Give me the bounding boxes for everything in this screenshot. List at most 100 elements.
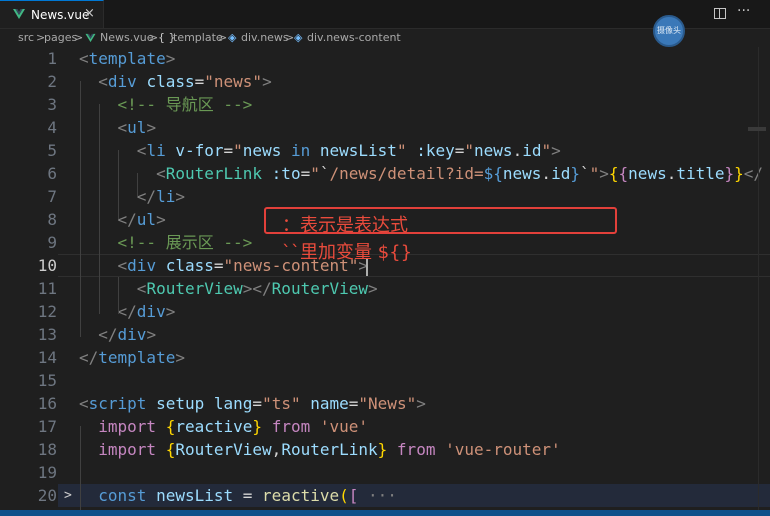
- code-token: 'vue-router': [445, 440, 561, 459]
- code-token: >: [416, 394, 426, 413]
- line-number: 1: [47, 49, 57, 68]
- breadcrumb-item[interactable]: pages: [44, 31, 77, 44]
- code-token: ···: [368, 486, 397, 505]
- code-token: >: [551, 141, 561, 160]
- code-line[interactable]: 5 <li v-for="news in newsList" :key="new…: [0, 139, 770, 162]
- code-token: RouterLink: [165, 164, 263, 183]
- code-token: ></: [242, 279, 272, 298]
- code-editor[interactable]: 1 <template> 2 <div class="news"> 3 <!-- 导航…: [0, 47, 770, 516]
- code-line[interactable]: 18 import {RouterView,RouterLink} from '…: [0, 438, 770, 461]
- code-token: setup: [156, 394, 205, 413]
- code-line[interactable]: 12 </div>: [0, 300, 770, 323]
- indent-guide: [137, 173, 138, 196]
- code-line[interactable]: 17 import {reactive} from 'vue': [0, 415, 770, 438]
- breadcrumb-item[interactable]: News.vue: [100, 31, 153, 44]
- code-token: =: [300, 164, 311, 183]
- code-token: import: [98, 440, 157, 459]
- code-token: from: [271, 417, 311, 436]
- code-line[interactable]: 1 <template>: [0, 47, 770, 70]
- code-line[interactable]: 11 <RouterView></RouterView>: [0, 277, 770, 300]
- vue-icon: [85, 33, 96, 43]
- close-icon[interactable]: ×: [84, 6, 95, 21]
- code-token: >: [368, 279, 378, 298]
- split-editor-icon[interactable]: [714, 8, 726, 19]
- indent-guide: [80, 426, 81, 516]
- code-token: news: [242, 141, 282, 160]
- code-line[interactable]: 3 <!-- 导航区 -->: [0, 93, 770, 116]
- code-line[interactable]: 13 </div>: [0, 323, 770, 346]
- breadcrumb-item[interactable]: src: [18, 31, 34, 44]
- code-token: reactive: [175, 417, 253, 436]
- code-text: import {RouterView,RouterLink} from 'vue…: [79, 438, 561, 461]
- code-line[interactable]: 6 <RouterLink :to="`/news/detail?id=${ne…: [0, 162, 770, 185]
- code-line[interactable]: 16 <script setup lang="ts" name="News">: [0, 392, 770, 415]
- code-token: }: [724, 164, 735, 183]
- indent-guide: [80, 81, 81, 337]
- more-actions-icon[interactable]: ···: [737, 3, 750, 19]
- code-token: "News": [358, 394, 417, 413]
- breadcrumb-item[interactable]: div.news: [241, 31, 289, 44]
- code-token: `: [319, 164, 330, 183]
- code-token: <: [79, 394, 89, 413]
- code-line[interactable]: 15: [0, 369, 770, 392]
- code-token: from: [396, 440, 436, 459]
- code-token: div: [136, 302, 166, 321]
- code-token: /news/detail?id=: [329, 164, 484, 183]
- code-token: ul: [136, 210, 157, 229]
- line-number: 20: [37, 486, 57, 505]
- breadcrumb-item[interactable]: template: [173, 31, 223, 44]
- code-token: newsList: [319, 141, 397, 160]
- code-token: <: [136, 279, 147, 298]
- code-text: <!-- 导航区 -->: [79, 93, 253, 116]
- code-line[interactable]: 19: [0, 461, 770, 484]
- code-token: ": [310, 164, 320, 183]
- code-line[interactable]: 2 <div class="news">: [0, 70, 770, 93]
- code-text: <script setup lang="ts" name="News">: [79, 392, 426, 415]
- code-text: </ul>: [79, 208, 166, 231]
- code-token: >: [146, 118, 157, 137]
- code-token: :key: [416, 141, 455, 160]
- breadcrumb-item[interactable]: div.news-content: [307, 31, 401, 44]
- code-token: v-for: [175, 141, 224, 160]
- code-token: }: [377, 440, 388, 459]
- line-number: 9: [47, 233, 57, 252]
- fold-chevron-icon[interactable]: >: [64, 484, 72, 507]
- line-number: 12: [37, 302, 57, 321]
- annotation-line-2: ``里加变量 ${}: [282, 242, 413, 263]
- code-text: <template>: [79, 47, 175, 70]
- scrollbar-marker[interactable]: [748, 127, 766, 131]
- code-line[interactable]: 4 <ul>: [0, 116, 770, 139]
- code-line[interactable]: 7 </li>: [0, 185, 770, 208]
- code-text: const newsList = reactive([ ···: [79, 484, 397, 507]
- code-token: {: [618, 164, 629, 183]
- code-token: name: [310, 394, 349, 413]
- tab-label: News.vue: [31, 8, 90, 22]
- code-token: }: [734, 164, 744, 183]
- code-token: >: [599, 164, 609, 183]
- code-token: =: [213, 256, 224, 275]
- code-line[interactable]: 14 </template>: [0, 346, 770, 369]
- code-token: }: [252, 417, 263, 436]
- code-token: </: [743, 164, 764, 183]
- tab-news-vue[interactable]: News.vue ×: [0, 0, 104, 28]
- code-token: lang: [213, 394, 253, 413]
- code-token: ": [464, 141, 475, 160]
- code-line[interactable]: 20 > const newsList = reactive([ ···: [0, 484, 770, 507]
- code-text: import {reactive} from 'vue': [79, 415, 368, 438]
- line-number: 11: [37, 279, 57, 298]
- code-token: ": [396, 141, 407, 160]
- code-token: >: [146, 325, 157, 344]
- line-number: 8: [47, 210, 57, 229]
- line-number: 14: [37, 348, 57, 367]
